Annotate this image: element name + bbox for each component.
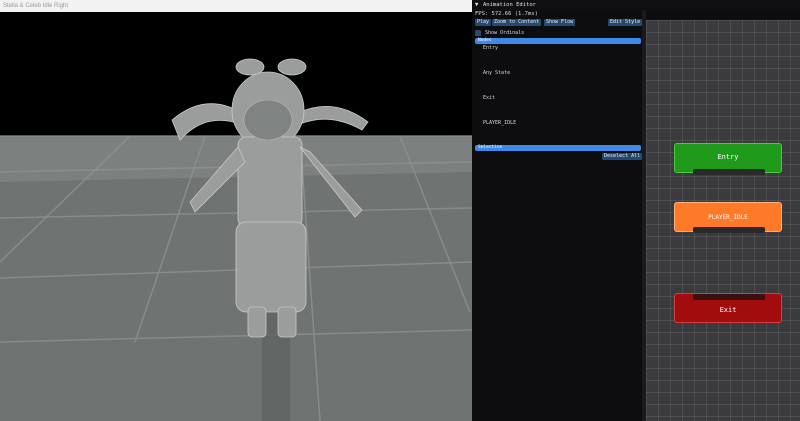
- graph-node-exit[interactable]: Exit: [674, 293, 782, 323]
- node-input-slot[interactable]: [693, 294, 765, 300]
- edit-style-button[interactable]: Edit Style: [608, 19, 643, 26]
- selection-header[interactable]: Selection: [475, 145, 641, 151]
- node-list-item[interactable]: Entry: [483, 45, 498, 51]
- scene-render[interactable]: [0, 12, 472, 421]
- scene-viewport[interactable]: Stella & Celeb Idle Right: [0, 0, 472, 421]
- zoom-to-content-button[interactable]: Zoom to Content: [492, 19, 542, 26]
- node-list-item[interactable]: Exit: [483, 95, 495, 101]
- viewport-title: Stella & Celeb Idle Right: [0, 0, 472, 12]
- graph-node-label: Entry: [717, 153, 739, 161]
- node-output-slot[interactable]: [693, 227, 765, 233]
- graph-node-player-idle[interactable]: PLAYER_IDLE: [674, 202, 782, 233]
- graph-node-label: Exit: [719, 306, 737, 314]
- show-ordinals-row[interactable]: Show Ordinals: [475, 29, 524, 37]
- node-graph-canvas[interactable]: Entry PLAYER_IDLE Exit: [646, 20, 800, 421]
- node-output-slot[interactable]: [693, 169, 765, 175]
- node-list-item[interactable]: Any State: [483, 70, 510, 76]
- show-ordinals-checkbox[interactable]: [475, 30, 481, 36]
- scene-image: [0, 12, 472, 421]
- show-flow-button[interactable]: Show Flow: [544, 19, 576, 26]
- nodes-header[interactable]: Nodes: [475, 38, 641, 44]
- editor-left-panel: FPS: 572.66 (1.7ms) Play Zoom to Content…: [472, 10, 643, 421]
- node-list-item[interactable]: PLAYER_IDLE: [483, 120, 516, 126]
- deselect-all-button[interactable]: Deselect All: [602, 153, 643, 160]
- fps-readout: FPS: 572.66 (1.7ms): [475, 11, 538, 17]
- animation-editor-panel: ▼ Animation Editor FPS: 572.66 (1.7ms) Pl…: [472, 0, 800, 421]
- play-button[interactable]: Play: [475, 19, 492, 26]
- show-ordinals-label: Show Ordinals: [485, 30, 525, 36]
- editor-title: Animation Editor: [483, 2, 536, 8]
- editor-title-bar[interactable]: ▼ Animation Editor: [472, 0, 800, 10]
- collapse-triangle-icon[interactable]: ▼: [475, 0, 483, 10]
- graph-node-entry[interactable]: Entry: [674, 143, 782, 175]
- graph-node-label: PLAYER_IDLE: [708, 214, 748, 221]
